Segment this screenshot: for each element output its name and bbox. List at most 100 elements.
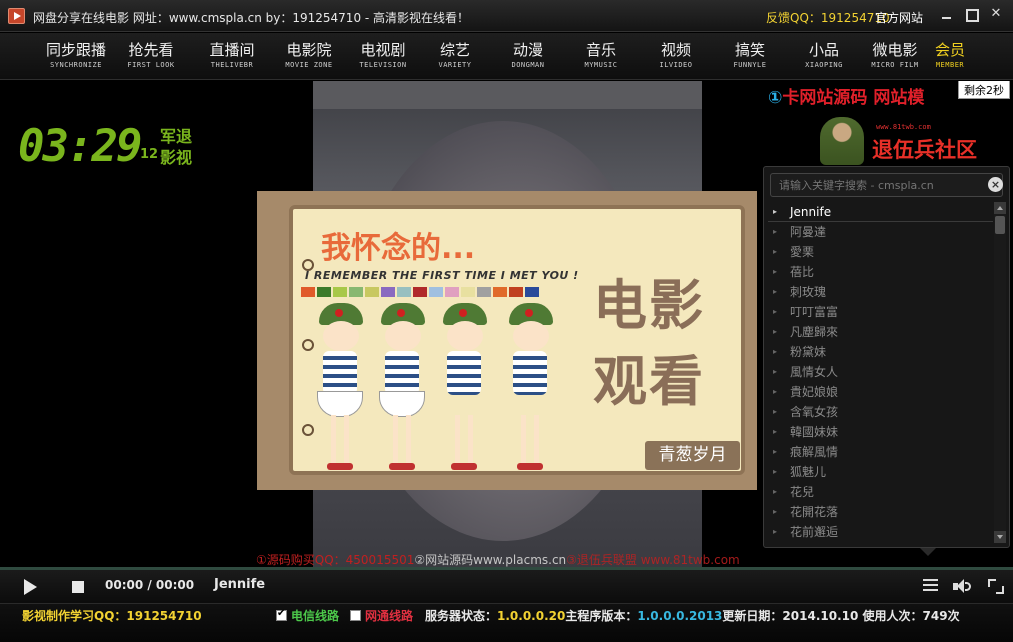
nav-item-sublabel: FIRST LOOK xyxy=(127,61,175,69)
scroll-down-icon[interactable] xyxy=(994,531,1006,543)
nav-item[interactable]: 小品 XIAOPING xyxy=(787,40,861,69)
nav-item-label: 同步跟播 xyxy=(45,41,106,59)
marquee-number: ① xyxy=(768,88,783,108)
unicom-line-checkbox[interactable] xyxy=(350,610,361,621)
ad-subtitle: I REMEMBER THE FIRST TIME I MET YOU ! xyxy=(305,269,579,282)
kid-figure xyxy=(375,303,429,473)
playlist-search-input[interactable] xyxy=(770,173,1003,197)
status-bar: 影视制作学习QQ：191254710 电信线路 网通线路 服务器状态：1.0.0… xyxy=(0,603,1013,642)
playlist-item[interactable]: 火凤凰 xyxy=(768,542,993,544)
playlist-scrollbar[interactable] xyxy=(994,202,1006,543)
official-site-link[interactable]: 官方网站 xyxy=(875,9,923,26)
kids-illustration xyxy=(313,303,565,473)
playlist-item[interactable]: 貴妃娘娘 xyxy=(768,382,993,402)
fullscreen-icon[interactable] xyxy=(988,579,1004,594)
nav-item-label: 抢先看 xyxy=(128,41,174,59)
nav-item-sublabel: ILVIDEO xyxy=(659,61,693,69)
playlist-item[interactable]: 風情女人 xyxy=(768,362,993,382)
title-bar: 网盘分享在线电影 网址：www.cmspla.cn by：191254710 -… xyxy=(0,0,1013,32)
play-icon[interactable] xyxy=(24,579,37,595)
nav-item[interactable]: 抢先看 FIRST LOOK xyxy=(114,40,188,69)
playlist-item[interactable]: 狐魅儿 xyxy=(768,462,993,482)
color-swatch xyxy=(413,287,427,297)
bottom-ad-part3: ③退伍兵联盟 www.81twb.com xyxy=(566,553,740,567)
playlist-toggle-icon[interactable] xyxy=(923,579,938,592)
bottom-ad-part1: ①源码购买QQ：450015501 xyxy=(256,553,415,567)
playlist-list: Jennife阿曼達愛栗蓓比刺玫瑰叮叮富富凡塵歸來粉黛妹風情女人貴妃娘娘含氧女孩… xyxy=(768,202,993,544)
nav-item[interactable]: 电视剧 TELEVISION xyxy=(346,40,420,69)
progress-bar[interactable] xyxy=(0,567,1013,570)
nav-item[interactable]: 同步跟播 SYNCHRONIZE xyxy=(39,40,113,69)
nav-item-label: 动漫 xyxy=(512,41,543,59)
marquee-text: 卡网站源码 网站模 xyxy=(782,88,925,108)
nav-item[interactable]: 动漫 DONGMAN xyxy=(491,40,565,69)
nav-item[interactable]: 音乐 MYMUSIC xyxy=(564,40,638,69)
color-swatch xyxy=(461,287,475,297)
close-button[interactable]: ✕ xyxy=(984,4,1008,24)
playlist-item[interactable]: 愛栗 xyxy=(768,242,993,262)
nav-item-sublabel: MEMBER xyxy=(935,61,965,69)
minimize-button[interactable] xyxy=(934,4,958,24)
playlist-item[interactable]: 韓國妹妹 xyxy=(768,422,993,442)
nav-item[interactable]: 综艺 VARIETY xyxy=(418,40,492,69)
nav-item-label: 电视剧 xyxy=(360,41,406,59)
server-status-label: 服务器状态： xyxy=(425,609,498,623)
playlist-item[interactable]: 叮叮富富 xyxy=(768,302,993,322)
color-swatch xyxy=(365,287,379,297)
playlist-item[interactable]: 蓓比 xyxy=(768,262,993,282)
veteran-community-logo[interactable]: www.81twb.com 退伍兵社区 xyxy=(820,117,995,167)
telecom-line-label[interactable]: 电信线路 xyxy=(291,607,339,624)
playlist-item[interactable]: 痕解風情 xyxy=(768,442,993,462)
nav-item-sublabel: VARIETY xyxy=(438,61,472,69)
nav-item-sublabel: SYNCHRONIZE xyxy=(50,61,102,69)
pause-ad[interactable]: 我怀念的... I REMEMBER THE FIRST TIME I MET … xyxy=(257,191,757,490)
playlist-item[interactable]: 花兒 xyxy=(768,482,993,502)
nav-item[interactable]: 微电影 MICRO FILM xyxy=(858,40,932,69)
ad-big-text-2: 观看 xyxy=(593,350,705,413)
channel-logo-line2: 影视 xyxy=(160,148,193,167)
playlist-item[interactable]: 粉黛妹 xyxy=(768,342,993,362)
update-date-value: 2014.10.10 xyxy=(782,609,859,623)
playlist-item[interactable]: 刺玫瑰 xyxy=(768,282,993,302)
nav-item-sublabel: TELEVISION xyxy=(359,61,407,69)
playlist-item[interactable]: 花前邂逅 xyxy=(768,522,993,542)
feedback-qq[interactable]: 反馈QQ：191254710 xyxy=(766,9,890,26)
now-playing-title: Jennife xyxy=(214,577,266,592)
kid-figure xyxy=(503,303,557,473)
color-swatch xyxy=(381,287,395,297)
playlist-item[interactable]: 凡塵歸來 xyxy=(768,322,993,342)
nav-item-sublabel: MYMUSIC xyxy=(584,61,618,69)
color-swatch xyxy=(317,287,331,297)
bottom-ad-marquee[interactable]: ①源码购买QQ：450015501②网站源码www.placms.cn③退伍兵联… xyxy=(256,551,740,568)
top-ad-marquee[interactable]: ①卡网站源码 网站模 xyxy=(768,83,924,108)
studio-qq[interactable]: 影视制作学习QQ：191254710 xyxy=(22,607,202,624)
nav-item[interactable]: 视频 ILVIDEO xyxy=(639,40,713,69)
playlist-panel: × Jennife阿曼達愛栗蓓比刺玫瑰叮叮富富凡塵歸來粉黛妹風情女人貴妃娘娘含氧… xyxy=(763,166,1010,548)
clear-search-icon[interactable]: × xyxy=(988,177,1003,192)
ad-countdown: 剩余2秒 xyxy=(958,81,1010,99)
nav-item[interactable]: 电影院 MOVIE ZONE xyxy=(272,40,346,69)
playlist-item[interactable]: Jennife xyxy=(768,202,993,222)
playlist-item[interactable]: 阿曼達 xyxy=(768,222,993,242)
stop-icon[interactable] xyxy=(72,581,84,593)
playlist-item[interactable]: 含氧女孩 xyxy=(768,402,993,422)
nav-item-sublabel: MICRO FILM xyxy=(871,61,919,69)
nav-item-label: 综艺 xyxy=(439,41,470,59)
scroll-up-icon[interactable] xyxy=(994,202,1006,214)
unicom-line-label[interactable]: 网通线路 xyxy=(365,607,413,624)
nav-item[interactable]: 搞笑 FUNNYLE xyxy=(713,40,787,69)
soldier-icon xyxy=(820,117,864,165)
nav-item[interactable]: 会员 MEMBER xyxy=(922,40,978,69)
scroll-thumb[interactable] xyxy=(995,216,1005,234)
feedback-label: 反馈QQ： xyxy=(766,11,821,25)
telecom-line-checkbox[interactable] xyxy=(276,608,287,621)
color-swatch xyxy=(333,287,347,297)
bottom-ad-part2: ②网站源码www.placms.cn xyxy=(414,553,567,567)
video-player[interactable]: 03:29 12 军退 影视 ①卡网站源码 网站模 剩余2秒 www.81twb… xyxy=(0,81,1013,571)
kid-figure xyxy=(313,303,367,473)
nav-item[interactable]: 直播间 THELIVEBR xyxy=(195,40,269,69)
maximize-button[interactable] xyxy=(959,4,983,24)
ad-big-text-1: 电影 xyxy=(593,274,705,337)
volume-icon[interactable] xyxy=(953,579,971,594)
playlist-item[interactable]: 花開花落 xyxy=(768,502,993,522)
